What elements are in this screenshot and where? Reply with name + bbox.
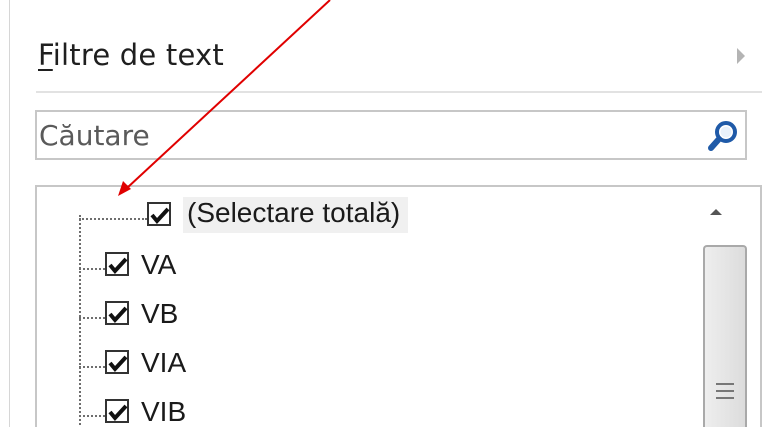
checkmark-icon [108,257,128,275]
checkmark-icon [108,355,128,373]
menu-separator [36,91,762,93]
text-filters-label-rest: iltre de text [52,38,224,72]
item-label: VIA [141,347,187,378]
scroll-up-arrow-icon[interactable] [710,209,722,215]
checkmark-icon [108,306,128,324]
tree-dots [79,218,147,220]
checkmark-icon [108,404,128,422]
list-item[interactable]: VB [79,298,479,338]
tree-dots [79,268,105,270]
checkbox[interactable] [105,252,129,276]
filter-panel: Filtre de text (Selectare totală) VA [0,0,762,427]
tree-dots [79,317,105,319]
item-label: VA [141,249,177,280]
scrollbar-thumb[interactable] [703,245,747,427]
search-box [35,110,747,160]
list-item[interactable]: VIA [79,347,479,387]
submenu-arrow-icon [737,48,745,64]
text-filters-menu-item[interactable]: Filtre de text [10,28,762,84]
search-input[interactable] [39,112,689,158]
tree-dots [79,366,105,368]
checkmark-icon [150,207,170,225]
checkbox[interactable] [105,301,129,325]
checkbox[interactable] [105,350,129,374]
item-label: VB [141,298,179,329]
grip-icon [716,383,734,403]
checkbox[interactable] [147,202,171,226]
checkbox[interactable] [105,399,129,423]
search-icon[interactable] [705,118,741,154]
mnemonic-letter: F [38,38,53,72]
tree-dots [79,415,105,417]
item-label: VIB [141,396,187,427]
list-item[interactable]: VIB [79,396,479,427]
item-label: (Selectare totală) [183,197,409,233]
list-item[interactable]: VA [79,249,479,289]
list-item-select-all[interactable]: (Selectare totală) [79,197,479,239]
values-list: (Selectare totală) VA VB VIA VIB [35,185,762,427]
text-filters-label: Filtre de text [38,38,224,72]
